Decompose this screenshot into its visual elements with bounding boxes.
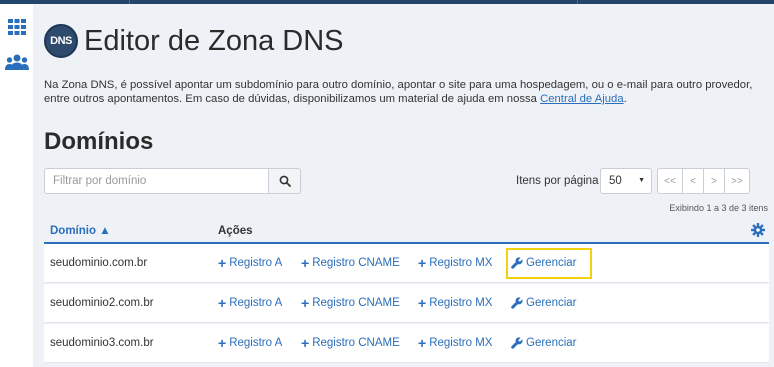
per-page-select[interactable]: 50 ▼ — [600, 168, 652, 194]
manage-highlight — [506, 248, 592, 279]
plus-icon: + — [418, 334, 427, 351]
manage-link[interactable]: Gerenciar — [511, 297, 577, 309]
intro-text: Na Zona DNS, é possível apontar um subdo… — [44, 79, 753, 105]
registro-a-link[interactable]: + Registro A — [218, 294, 282, 311]
caret-down-icon: ▼ — [638, 177, 645, 184]
apps-grid-icon[interactable] — [0, 14, 33, 40]
registro-cname-link[interactable]: + Registro CNAME — [301, 254, 400, 271]
gear-icon[interactable] — [751, 223, 765, 242]
domain-name: seudominio2.com.br — [50, 297, 154, 309]
registro-cname-link[interactable]: + Registro CNAME — [301, 294, 400, 311]
domain-name: seudominio.com.br — [50, 257, 148, 269]
plus-icon: + — [301, 334, 310, 351]
section-title: Domínios — [44, 128, 154, 155]
plus-icon: + — [301, 294, 310, 311]
manage-link[interactable]: Gerenciar — [511, 337, 577, 349]
first-page-button[interactable]: << — [657, 168, 683, 194]
registro-cname-link[interactable]: + Registro CNAME — [301, 334, 400, 351]
plus-icon: + — [218, 254, 227, 271]
dns-logo-icon: DNS — [44, 24, 78, 58]
sort-domain-header[interactable]: Domínio ▲ — [50, 225, 111, 237]
wrench-icon — [511, 297, 523, 309]
side-nav — [0, 4, 33, 367]
users-icon[interactable] — [0, 49, 33, 75]
last-page-button[interactable]: >> — [724, 168, 750, 194]
table-row: seudominio.com.br + Registro A + Registro … — [44, 244, 769, 283]
registro-mx-link[interactable]: + Registro MX — [418, 254, 492, 271]
search-button[interactable] — [268, 168, 301, 194]
page-header: DNS Editor de Zona DNS — [44, 24, 344, 58]
actions-header: Ações — [218, 225, 253, 237]
table-header: Domínio ▲ Ações — [44, 218, 769, 244]
table-row: seudominio3.com.br + Registro A + Registro… — [44, 324, 769, 363]
plus-icon: + — [418, 294, 427, 311]
plus-icon: + — [218, 294, 227, 311]
plus-icon: + — [301, 254, 310, 271]
plus-icon: + — [418, 254, 427, 271]
table-row: seudominio2.com.br + Registro A + Registro… — [44, 284, 769, 323]
next-page-button[interactable]: > — [703, 168, 725, 194]
prev-page-button[interactable]: < — [682, 168, 704, 194]
per-page-label: Itens por página — [516, 175, 599, 187]
registro-mx-link[interactable]: + Registro MX — [418, 334, 492, 351]
search-icon — [279, 175, 291, 187]
main-content: DNS Editor de Zona DNS Na Zona DNS, é po… — [33, 4, 774, 367]
plus-icon: + — [218, 334, 227, 351]
registro-a-link[interactable]: + Registro A — [218, 334, 282, 351]
registro-a-link[interactable]: + Registro A — [218, 254, 282, 271]
domain-name: seudominio3.com.br — [50, 337, 154, 349]
help-center-link[interactable]: Central de Ajuda — [540, 93, 624, 105]
wrench-icon — [511, 337, 523, 349]
results-count: Exibindo 1 a 3 de 3 itens — [669, 203, 768, 213]
domain-filter-input[interactable] — [44, 168, 269, 194]
registro-mx-link[interactable]: + Registro MX — [418, 294, 492, 311]
page-title: Editor de Zona DNS — [84, 24, 344, 57]
